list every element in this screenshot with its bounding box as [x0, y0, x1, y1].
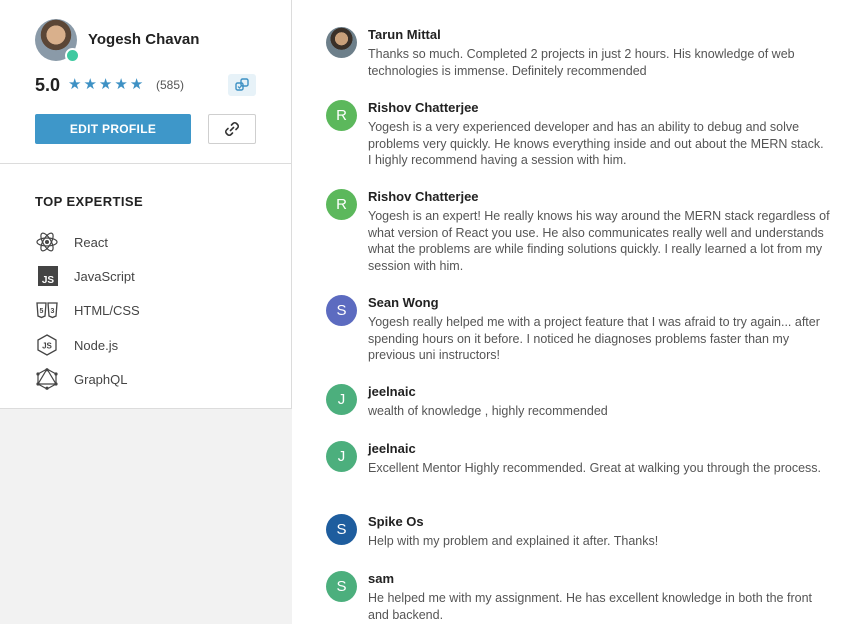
svg-text:JS: JS: [42, 275, 55, 286]
profile-card: Yogesh Chavan 5.0 ★ ★ ★ ★ ★ (585) EDIT P…: [0, 0, 291, 164]
reviewer-avatar[interactable]: [326, 27, 357, 58]
expertise-label: React: [74, 234, 108, 250]
reviewer-avatar[interactable]: R: [326, 189, 357, 220]
review-text: wealth of knowledge , highly recommended: [368, 404, 608, 418]
reviewer-name[interactable]: sam: [368, 571, 394, 586]
link-icon: [225, 122, 239, 136]
expertise-item-react[interactable]: React: [35, 230, 108, 254]
nodejs-icon: JS: [35, 334, 61, 356]
react-icon: [35, 231, 61, 253]
review-text: Help with my problem and explained it af…: [368, 534, 659, 548]
online-status-dot: [65, 48, 80, 63]
reviewer-name[interactable]: Spike Os: [368, 514, 424, 529]
expertise-item-nodejs[interactable]: JS Node.js: [35, 333, 118, 357]
reviewer-avatar[interactable]: S: [326, 295, 357, 326]
expertise-item-javascript[interactable]: JS JavaScript: [35, 264, 135, 288]
reviewer-name[interactable]: Tarun Mittal: [368, 27, 441, 42]
expertise-label: HTML/CSS: [74, 302, 140, 318]
top-expertise-heading: TOP EXPERTISE: [35, 194, 144, 209]
star-icon: ★: [98, 76, 113, 93]
star-icon: ★: [114, 76, 128, 93]
reviewer-avatar[interactable]: J: [326, 441, 357, 472]
edit-profile-button[interactable]: EDIT PROFILE: [35, 114, 191, 144]
star-icon: ★: [83, 76, 97, 93]
review-text: Yogesh really helped me with a project f…: [368, 315, 820, 362]
sidebar: Yogesh Chavan 5.0 ★ ★ ★ ★ ★ (585) EDIT P…: [0, 0, 292, 409]
review-count[interactable]: (585): [156, 78, 184, 92]
profile-name[interactable]: Yogesh Chavan: [88, 31, 199, 48]
verified-badge-icon[interactable]: [228, 74, 256, 96]
review-text: Thanks so much. Completed 2 projects in …: [368, 47, 795, 78]
reviewer-name[interactable]: Rishov Chatterjee: [368, 100, 479, 115]
expertise-label: JavaScript: [74, 268, 135, 284]
review-text: Yogesh is a very experienced developer a…: [368, 120, 824, 167]
reviewer-name[interactable]: Sean Wong: [368, 295, 439, 310]
reviewer-name[interactable]: jeelnaic: [368, 441, 416, 456]
copy-link-button[interactable]: [208, 114, 256, 144]
reviewer-name[interactable]: jeelnaic: [368, 384, 416, 399]
avatar[interactable]: [35, 19, 80, 63]
expertise-label: GraphQL: [74, 371, 128, 387]
rating-value: 5.0: [35, 75, 61, 95]
reviewer-name[interactable]: Rishov Chatterjee: [368, 189, 479, 204]
html-css-icon: 5 3: [35, 299, 61, 321]
svg-text:JS: JS: [42, 342, 52, 351]
star-icon: ★: [129, 76, 144, 93]
svg-text:3: 3: [51, 308, 55, 315]
rating-stars: ★ ★ ★ ★ ★: [68, 76, 143, 94]
star-icon: ★: [68, 76, 82, 93]
reviewer-avatar[interactable]: R: [326, 100, 357, 131]
reviewer-avatar[interactable]: S: [326, 571, 357, 602]
review-text: Yogesh is an expert! He really knows his…: [368, 209, 830, 273]
review-text: He helped me with my assignment. He has …: [368, 591, 812, 622]
expertise-label: Node.js: [74, 337, 119, 353]
reviews-panel[interactable]: Tarun Mittal Thanks so much. Completed 2…: [292, 0, 847, 624]
svg-text:5: 5: [40, 308, 44, 315]
expertise-item-html-css[interactable]: 5 3 HTML/CSS: [35, 298, 140, 322]
review-text: Excellent Mentor Highly recommended. Gre…: [368, 461, 822, 475]
javascript-icon: JS: [35, 265, 61, 287]
reviewer-avatar[interactable]: S: [326, 514, 357, 545]
graphql-icon: [35, 368, 61, 390]
reviewer-avatar[interactable]: J: [326, 384, 357, 415]
expertise-item-graphql[interactable]: GraphQL: [35, 367, 127, 391]
